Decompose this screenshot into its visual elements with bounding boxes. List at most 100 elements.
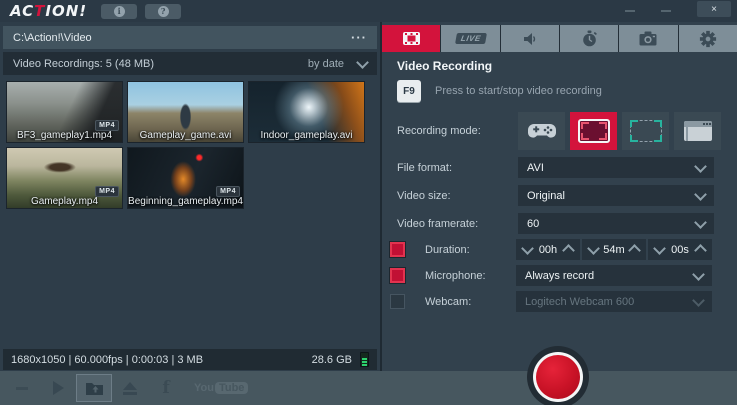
path-menu-button[interactable]: ··· — [351, 30, 367, 45]
framerate-label: Video framerate: — [397, 217, 479, 230]
framerate-select[interactable]: 60 — [518, 213, 714, 234]
fullscreen-mode-button[interactable] — [570, 112, 617, 150]
minimize-icon[interactable] — [661, 10, 671, 12]
video-thumbnail[interactable]: MP4 BF3_gameplay1.mp4 — [6, 81, 123, 143]
sort-label: by date — [307, 57, 344, 70]
recording-status-text: 1680x1050 | 60.000fps | 0:00:03 | 3 MB — [11, 353, 204, 366]
chevron-up-icon[interactable] — [628, 244, 641, 257]
webcam-row: Webcam: Logitech Webcam 600 — [390, 291, 737, 312]
chevron-down-icon[interactable] — [694, 159, 707, 173]
hotkey-button[interactable]: F9 — [397, 80, 421, 102]
tab-audio-recording[interactable] — [500, 25, 559, 52]
hotkey-row: F9 Press to start/stop video recording — [397, 79, 737, 103]
eject-up-icon — [123, 381, 137, 395]
file-format-row: File format: AVI — [397, 157, 737, 178]
webcam-checkbox[interactable] — [390, 294, 405, 309]
current-path: C:\Action!\Video — [13, 31, 92, 44]
microphone-select[interactable]: Always record — [516, 265, 712, 286]
recording-mode-label: Recording mode: — [397, 125, 481, 137]
free-space-label: 28.6 GB — [311, 353, 352, 366]
video-filename: BF3_gameplay1.mp4 — [16, 130, 113, 141]
seconds-stepper[interactable]: 00s — [648, 239, 712, 260]
video-thumbnail[interactable]: MP4 Gameplay.mp4 — [6, 147, 123, 209]
chevron-down-icon — [692, 293, 705, 307]
delete-button[interactable] — [4, 374, 40, 402]
minutes-stepper[interactable]: 54m — [582, 239, 646, 260]
open-folder-button[interactable] — [76, 374, 112, 402]
info-button[interactable]: i — [101, 3, 138, 19]
video-size-select[interactable]: Original — [518, 185, 714, 206]
video-thumbnail[interactable]: MP4 Beginning_gameplay.mp4 — [127, 147, 244, 209]
logo-accent-text: T — [34, 2, 46, 20]
minimize-to-tray-icon[interactable] — [625, 10, 635, 12]
webcam-value: Logitech Webcam 600 — [525, 295, 635, 308]
file-format-select[interactable]: AVI — [518, 157, 714, 178]
game-mode-button[interactable] — [518, 112, 565, 150]
chevron-up-icon[interactable] — [562, 244, 575, 257]
duration-label: Duration: — [425, 243, 470, 256]
video-filename: Gameplay.mp4 — [30, 196, 99, 207]
window-mode-button[interactable] — [674, 112, 721, 150]
live-icon: LIVE — [454, 33, 487, 44]
recordings-list-header: Video Recordings: 5 (48 MB) by date — [3, 52, 377, 75]
chevron-down-icon[interactable] — [521, 241, 534, 255]
tab-benchmark[interactable] — [559, 25, 619, 52]
record-icon — [536, 355, 580, 399]
gear-icon — [699, 30, 716, 47]
tab-settings[interactable] — [678, 25, 737, 52]
video-filename: Indoor_gameplay.avi — [260, 130, 353, 141]
tab-video-recording[interactable] — [382, 25, 441, 52]
settings-panel: LIVE Video Recording F9 Press to start/s… — [380, 22, 737, 371]
file-format-label: File format: — [397, 161, 453, 174]
folder-export-icon — [85, 382, 103, 395]
region-mode-button[interactable] — [622, 112, 669, 150]
play-button[interactable] — [40, 374, 76, 402]
hours-stepper[interactable]: 00h — [516, 239, 580, 260]
youtube-share-button[interactable]: You Tube — [194, 382, 249, 394]
microphone-row: Microphone: Always record — [389, 265, 737, 286]
logo-text: AC — [10, 2, 35, 20]
webcam-label: Webcam: — [425, 295, 472, 308]
record-button-ring — [533, 352, 583, 402]
info-icon: i — [113, 5, 125, 17]
chevron-down-icon[interactable] — [356, 55, 369, 69]
upload-button[interactable] — [112, 374, 148, 402]
window-capture-icon — [683, 121, 712, 141]
hotkey-hint: Press to start/stop video recording — [435, 85, 602, 97]
help-icon: ? — [157, 5, 169, 17]
chevron-down-icon[interactable] — [587, 241, 600, 255]
path-bar[interactable]: C:\Action!\Video ··· — [3, 26, 377, 49]
video-thumbnail[interactable]: Gameplay_game.avi — [127, 81, 244, 143]
close-button[interactable]: × — [697, 1, 731, 17]
mode-tabs: LIVE — [382, 25, 737, 52]
recordings-grid: MP4 BF3_gameplay1.mp4 Gameplay_game.avi … — [0, 75, 380, 213]
video-thumbnail[interactable]: Indoor_gameplay.avi — [248, 81, 365, 143]
record-button[interactable] — [527, 346, 589, 405]
video-size-value: Original — [527, 189, 565, 202]
help-button[interactable]: ? — [145, 3, 182, 19]
chevron-down-icon[interactable] — [692, 267, 705, 281]
recording-mode-row: Recording mode: — [397, 112, 737, 150]
chevron-down-icon[interactable] — [653, 241, 666, 255]
chevron-down-icon[interactable] — [694, 215, 707, 229]
video-size-label: Video size: — [397, 189, 451, 202]
facebook-share-button[interactable]: f — [148, 374, 184, 402]
recordings-count-label: Video Recordings: 5 (48 MB) — [13, 57, 155, 70]
video-recording-settings: Video Recording F9 Press to start/stop v… — [382, 52, 737, 312]
fullscreen-icon — [577, 119, 610, 143]
logo-text-2: ION! — [45, 2, 88, 20]
chevron-down-icon[interactable] — [694, 187, 707, 201]
speaker-icon — [523, 32, 536, 45]
chevron-up-icon[interactable] — [694, 244, 707, 257]
minus-icon — [16, 386, 28, 390]
status-bar: 1680x1050 | 60.000fps | 0:00:03 | 3 MB 2… — [3, 349, 377, 370]
microphone-checkbox[interactable] — [389, 267, 406, 284]
titlebar: ACTION! i ? × — [0, 0, 737, 22]
duration-checkbox[interactable] — [389, 241, 406, 258]
tab-screenshot[interactable] — [619, 25, 678, 52]
tab-live-streaming[interactable]: LIVE — [441, 25, 500, 52]
gamepad-icon — [527, 124, 556, 138]
sort-dropdown[interactable]: by date — [307, 55, 369, 70]
section-title: Video Recording — [397, 59, 493, 73]
region-icon — [629, 120, 662, 142]
